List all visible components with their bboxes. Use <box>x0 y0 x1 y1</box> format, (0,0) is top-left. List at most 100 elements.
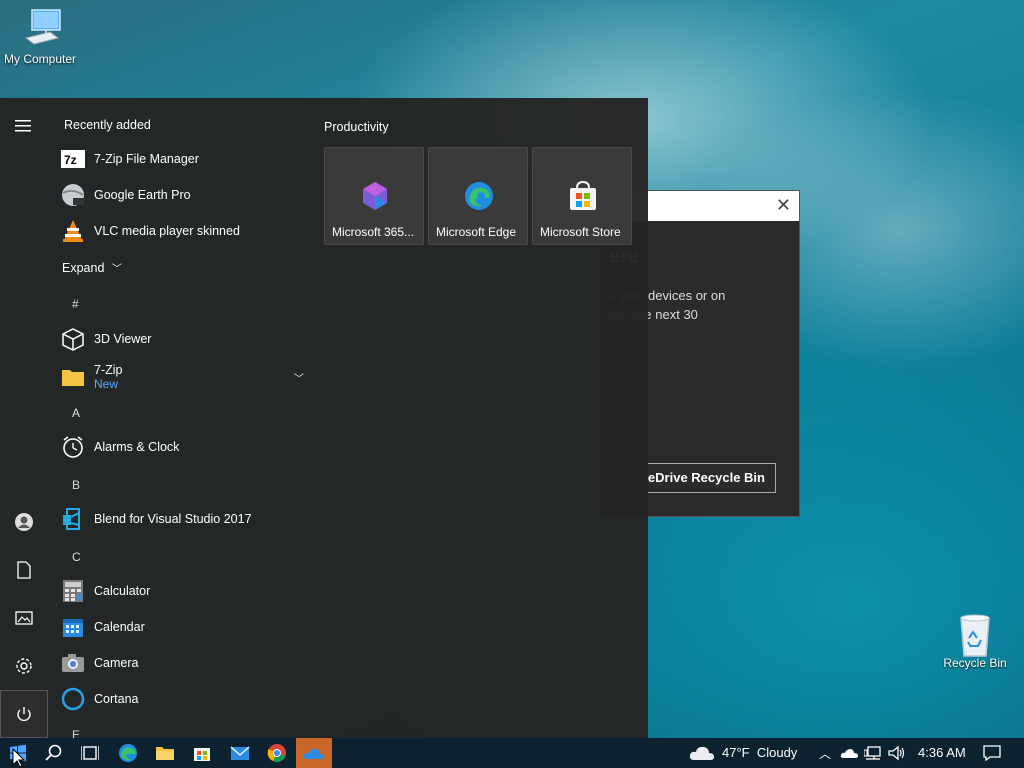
speaker-icon <box>888 745 905 761</box>
tile-label: Microsoft Edge <box>436 225 517 239</box>
edge-icon <box>119 744 137 762</box>
chevron-up-icon: ︿ <box>818 746 831 761</box>
recycle-bin-label: Recycle Bin <box>943 656 1007 670</box>
folder-7zip-text: 7-Zip New <box>94 363 122 391</box>
new-badge: New <box>94 377 119 391</box>
app-alarms-clock[interactable]: Alarms & Clock <box>60 429 310 465</box>
action-center-button[interactable] <box>976 738 1008 768</box>
app-label: 7-Zip <box>94 363 123 377</box>
weather-button[interactable] <box>684 738 720 768</box>
edge-icon <box>463 180 495 212</box>
app-google-earth-pro[interactable]: Google Earth Pro <box>60 177 310 213</box>
app-label: Alarms & Clock <box>94 440 180 454</box>
chrome-icon <box>267 744 286 762</box>
blend-icon <box>60 506 86 532</box>
app-label: Calendar <box>94 620 145 634</box>
app-blend-visual-studio[interactable]: Blend for Visual Studio 2017 <box>60 501 310 537</box>
network-icon <box>864 746 881 760</box>
taskbar-store-button[interactable] <box>184 738 220 768</box>
app-7zip-file-manager[interactable]: 7z 7-Zip File Manager <box>60 141 310 177</box>
power-icon <box>17 707 31 722</box>
productivity-group-heading[interactable]: Productivity <box>324 120 389 134</box>
my-computer-label: My Computer <box>3 52 77 66</box>
letter-header-hash[interactable]: # <box>72 297 79 311</box>
show-hidden-icons-button[interactable]: ︿ <box>814 738 836 768</box>
network-button[interactable] <box>862 738 884 768</box>
tile-label: Microsoft 365... <box>332 225 415 239</box>
start-rail <box>0 98 48 738</box>
volume-button[interactable] <box>886 738 908 768</box>
pictures-button[interactable] <box>0 594 48 642</box>
letter-header-e[interactable]: E <box>72 728 80 738</box>
app-list: Recently added 7z 7-Zip File Manager Goo… <box>48 98 308 738</box>
app-cortana[interactable]: Cortana <box>60 681 310 717</box>
recycle-bin-desktop-icon[interactable]: Recycle Bin <box>935 612 1015 670</box>
app-label: Cortana <box>94 692 139 706</box>
expand-button[interactable]: Expand ﹀ <box>62 260 122 275</box>
app-calendar[interactable]: Calendar <box>60 609 310 645</box>
app-3d-viewer[interactable]: 3D Viewer <box>60 321 310 357</box>
app-label: Camera <box>94 656 139 670</box>
letter-header-b[interactable]: B <box>72 478 80 492</box>
cloud-icon <box>689 746 714 760</box>
microsoft-365-icon <box>359 180 391 212</box>
weather-text[interactable]: 47°F Cloudy <box>722 745 797 760</box>
app-label: Blend for Visual Studio 2017 <box>94 512 252 526</box>
computer-icon <box>20 8 61 48</box>
clock[interactable]: 4:36 AM <box>918 745 966 760</box>
my-computer-desktop-icon[interactable]: My Computer <box>0 8 80 66</box>
store-icon <box>194 748 210 761</box>
app-label: VLC media player skinned <box>94 224 240 238</box>
power-button[interactable] <box>0 690 48 738</box>
weather-temperature: 47°F <box>722 745 750 760</box>
app-vlc-media-player[interactable]: VLC media player skinned <box>60 213 310 249</box>
onedrive-tray-icon <box>840 749 858 758</box>
onedrive-tray-button[interactable] <box>838 738 860 768</box>
alarm-clock-icon <box>60 434 86 460</box>
taskbar: 47°F Cloudy ︿ 4:36 AM <box>0 738 1024 768</box>
letter-header-a[interactable]: A <box>72 406 80 420</box>
tile-microsoft-store[interactable]: Microsoft Store <box>532 147 632 245</box>
search-button[interactable] <box>36 738 72 768</box>
task-view-icon <box>81 746 99 760</box>
chevron-down-icon[interactable]: ﹀ <box>294 370 304 385</box>
documents-button[interactable] <box>0 546 48 594</box>
7zip-icon: 7z <box>60 146 86 172</box>
search-icon <box>45 744 62 761</box>
hamburger-icon <box>15 120 31 132</box>
taskbar-file-explorer-button[interactable] <box>147 738 183 768</box>
settings-button[interactable] <box>0 642 48 690</box>
folder-icon <box>156 747 174 760</box>
tile-microsoft-edge[interactable]: Microsoft Edge <box>428 147 528 245</box>
notification-icon <box>983 745 1001 761</box>
taskbar-chrome-button[interactable] <box>259 738 295 768</box>
app-label: 3D Viewer <box>94 332 152 346</box>
task-view-button[interactable] <box>72 738 108 768</box>
app-label: Calculator <box>94 584 151 598</box>
pictures-icon <box>15 611 33 625</box>
3d-viewer-icon <box>60 326 86 352</box>
recycle-bin-icon <box>955 612 995 657</box>
hamburger-menu-button[interactable] <box>0 102 48 150</box>
account-button[interactable] <box>0 498 48 546</box>
mail-icon <box>230 746 250 760</box>
taskbar-onedrive-button[interactable] <box>296 738 332 768</box>
calendar-icon <box>60 614 86 640</box>
gear-icon <box>16 658 32 674</box>
app-camera[interactable]: Camera <box>60 645 310 681</box>
recently-added-heading: Recently added <box>64 118 151 132</box>
camera-icon <box>60 650 86 676</box>
letter-header-c[interactable]: C <box>72 550 81 564</box>
folder-7zip[interactable]: 7-Zip New ﹀ <box>60 357 310 397</box>
tile-label: Microsoft Store <box>540 225 621 239</box>
store-icon <box>567 180 599 212</box>
taskbar-edge-button[interactable] <box>110 738 146 768</box>
app-label: 7-Zip File Manager <box>94 152 199 166</box>
app-calculator[interactable]: Calculator <box>60 573 310 609</box>
close-icon[interactable]: ✕ <box>776 195 791 216</box>
folder-icon <box>60 364 86 390</box>
chevron-down-icon: ﹀ <box>111 264 122 275</box>
taskbar-mail-button[interactable] <box>222 738 258 768</box>
expand-label: Expand <box>62 261 105 275</box>
tile-microsoft-365[interactable]: Microsoft 365... <box>324 147 424 245</box>
